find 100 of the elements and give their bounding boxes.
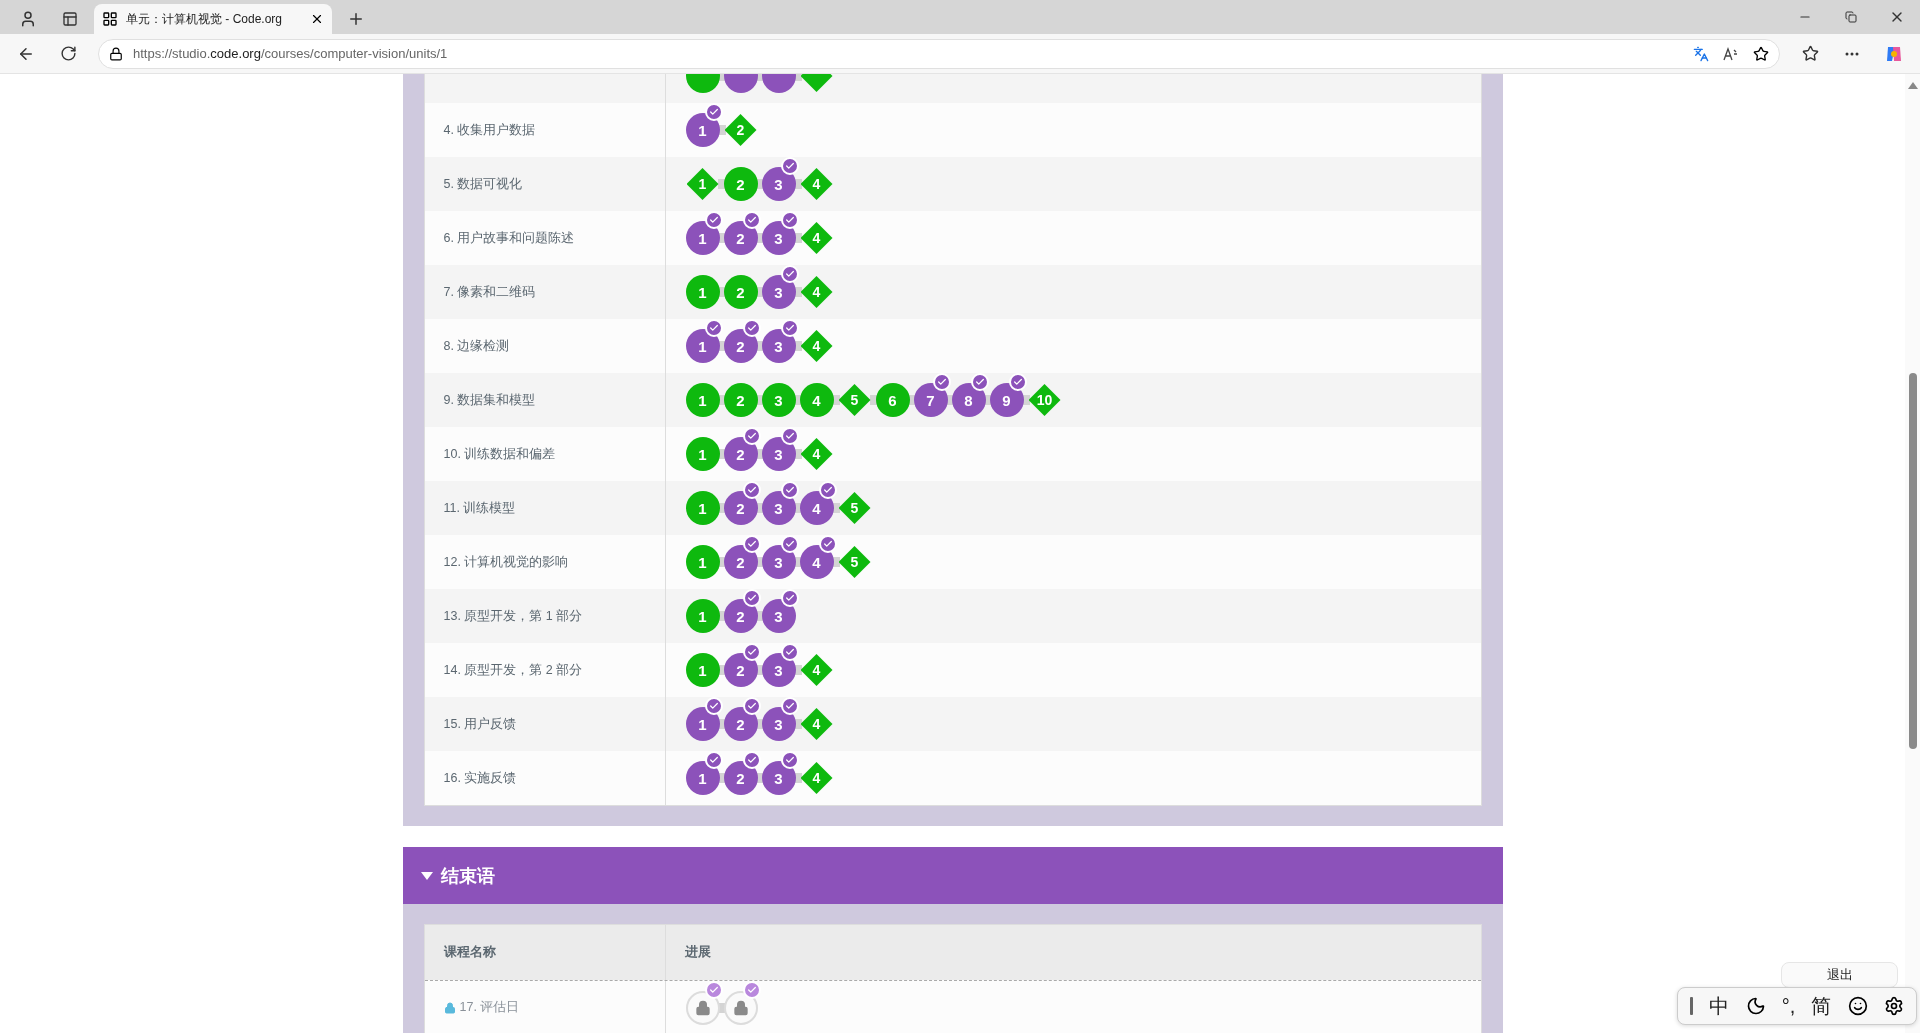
favorite-icon[interactable] bbox=[1753, 45, 1769, 62]
lesson-bubble[interactable]: 2 bbox=[723, 599, 758, 633]
progress-connector bbox=[907, 395, 916, 405]
lesson-bubble[interactable]: 3 bbox=[761, 437, 796, 471]
scroll-up-icon[interactable] bbox=[1908, 82, 1918, 89]
lesson-bubble[interactable]: 2 bbox=[723, 491, 758, 525]
progress-connector bbox=[755, 503, 764, 513]
progress-connector bbox=[793, 287, 802, 297]
lesson-bubble[interactable]: 2 bbox=[723, 329, 758, 363]
progress-connector bbox=[831, 557, 840, 567]
progress-connector bbox=[755, 611, 764, 621]
restore-icon bbox=[1845, 11, 1857, 23]
lesson-bubble[interactable]: 2 bbox=[723, 545, 758, 579]
progress-connector bbox=[831, 503, 840, 513]
lesson-bubble[interactable]: 1 bbox=[685, 329, 720, 363]
locked-bubble[interactable] bbox=[723, 990, 758, 1025]
lesson-bubble[interactable]: 7 bbox=[913, 383, 948, 417]
lesson-link[interactable]: 16. 实施反馈 bbox=[443, 769, 517, 787]
lesson-bubble[interactable]: 3 bbox=[761, 653, 796, 687]
lesson-bubble[interactable]: 2 bbox=[723, 653, 758, 687]
progress-connector bbox=[755, 395, 764, 405]
lesson-bubble[interactable]: 1 bbox=[685, 437, 720, 471]
progress-connector bbox=[717, 665, 726, 675]
locked-bubble[interactable] bbox=[685, 990, 720, 1025]
lesson-bubble[interactable]: 3 bbox=[761, 545, 796, 579]
lesson-bubble[interactable]: 2 bbox=[723, 761, 758, 795]
progress-connector bbox=[717, 1002, 726, 1013]
lesson-link[interactable]: 4. 收集用户数据 bbox=[443, 121, 536, 139]
progress-connector bbox=[755, 179, 764, 189]
scroll-thumb[interactable] bbox=[1909, 373, 1917, 749]
progress-connector bbox=[717, 395, 726, 405]
lesson-link[interactable]: 13. 原型开发，第 1 部分 bbox=[443, 607, 583, 625]
close-icon[interactable] bbox=[310, 12, 324, 26]
settings-icon[interactable] bbox=[1883, 996, 1904, 1016]
lesson-bubble[interactable]: 3 bbox=[761, 599, 796, 633]
grip-icon[interactable] bbox=[1690, 997, 1694, 1015]
lesson-link[interactable]: 6. 用户故事和问题陈述 bbox=[443, 229, 575, 247]
ime-mode-button[interactable]: 中 bbox=[1709, 992, 1730, 1020]
lesson-bubble[interactable]: 1 bbox=[685, 545, 720, 579]
lesson-bubble[interactable]: 4 bbox=[799, 491, 834, 525]
lesson-bubble[interactable]: 4 bbox=[799, 383, 834, 417]
progress-connector bbox=[793, 719, 802, 729]
lesson-bubble[interactable]: 3 bbox=[761, 167, 796, 201]
section-header[interactable]: 结束语 bbox=[402, 847, 1503, 904]
lesson-bubble[interactable]: 3 bbox=[761, 707, 796, 741]
lesson-link[interactable]: 12. 计算机视觉的影响 bbox=[443, 553, 569, 571]
lesson-link[interactable]: 10. 训练数据和偏差 bbox=[443, 445, 556, 463]
lesson-bubble[interactable]: 3 bbox=[761, 329, 796, 363]
progress-connector bbox=[717, 611, 726, 621]
lesson-bubble[interactable]: 2 bbox=[723, 221, 758, 255]
progress-connector bbox=[717, 74, 726, 81]
progress-connector bbox=[755, 341, 764, 351]
lesson-link[interactable]: 15. 用户反馈 bbox=[443, 715, 517, 733]
progress-connector bbox=[755, 287, 764, 297]
lesson-bubble[interactable]: 8 bbox=[951, 383, 986, 417]
lesson-bubble[interactable]: 6 bbox=[875, 383, 910, 417]
lesson-bubble[interactable]: 1 bbox=[685, 761, 720, 795]
lesson-link[interactable]: 7. 像素和二维码 bbox=[443, 283, 536, 301]
lesson-bubble[interactable]: 1 bbox=[685, 383, 720, 417]
address-bar[interactable]: https://studio.code.org/courses/computer-vision/units/1 bbox=[98, 38, 1780, 69]
moon-icon[interactable] bbox=[1745, 996, 1766, 1016]
lesson-link[interactable]: 9. 数据集和模型 bbox=[443, 391, 536, 409]
lesson-bubble[interactable]: 1 bbox=[685, 599, 720, 633]
punctuation-button[interactable]: °, bbox=[1781, 994, 1796, 1018]
progress-connector bbox=[755, 449, 764, 459]
lesson-bubble[interactable]: 2 bbox=[723, 437, 758, 471]
lesson-bubble[interactable]: 1 bbox=[685, 491, 720, 525]
lesson-link[interactable]: 14. 原型开发，第 2 部分 bbox=[443, 661, 583, 679]
browser-tab[interactable]: 单元：计算机视觉 - Code.org bbox=[94, 4, 332, 34]
progress-connector bbox=[869, 395, 878, 405]
lesson-bubble[interactable]: 3 bbox=[761, 491, 796, 525]
script-button[interactable]: 简 bbox=[1811, 992, 1832, 1020]
emoji-icon[interactable] bbox=[1847, 996, 1868, 1016]
lesson-bubble[interactable]: 2 bbox=[723, 275, 758, 309]
lesson-bubble[interactable]: 2 bbox=[723, 707, 758, 741]
lesson-bubble[interactable]: 2 bbox=[723, 383, 758, 417]
lesson-link[interactable]: 5. 数据可视化 bbox=[443, 175, 523, 193]
exit-button[interactable]: 退出 bbox=[1781, 962, 1898, 988]
lesson-bubble[interactable]: 4 bbox=[799, 545, 834, 579]
person-icon bbox=[19, 10, 37, 28]
lesson-link[interactable]: 8. 边缘检测 bbox=[443, 337, 510, 355]
progress-connector bbox=[717, 287, 726, 297]
lesson-link[interactable]: 11. 训练模型 bbox=[443, 499, 516, 517]
lesson-bubble[interactable]: 3 bbox=[761, 275, 796, 309]
lock-icon bbox=[732, 999, 749, 1016]
lesson-bubble[interactable]: 3 bbox=[761, 761, 796, 795]
lesson-bubble[interactable]: 3 bbox=[761, 383, 796, 417]
lesson-link[interactable]: 17. 评估日 bbox=[459, 999, 520, 1016]
progress-connector bbox=[793, 665, 802, 675]
lesson-bubble[interactable]: 1 bbox=[685, 113, 720, 147]
lesson-bubble[interactable]: 1 bbox=[685, 653, 720, 687]
panel-icon bbox=[62, 11, 78, 27]
lesson-bubble[interactable]: 1 bbox=[685, 707, 720, 741]
lesson-bubble[interactable]: 9 bbox=[989, 383, 1024, 417]
translate-icon[interactable] bbox=[1693, 45, 1709, 62]
lesson-bubble[interactable]: 3 bbox=[761, 221, 796, 255]
lesson-bubble[interactable]: 2 bbox=[723, 167, 758, 201]
lesson-bubble[interactable]: 1 bbox=[685, 275, 720, 309]
lesson-bubble[interactable]: 1 bbox=[685, 221, 720, 255]
scrollbar[interactable] bbox=[1905, 74, 1920, 1033]
